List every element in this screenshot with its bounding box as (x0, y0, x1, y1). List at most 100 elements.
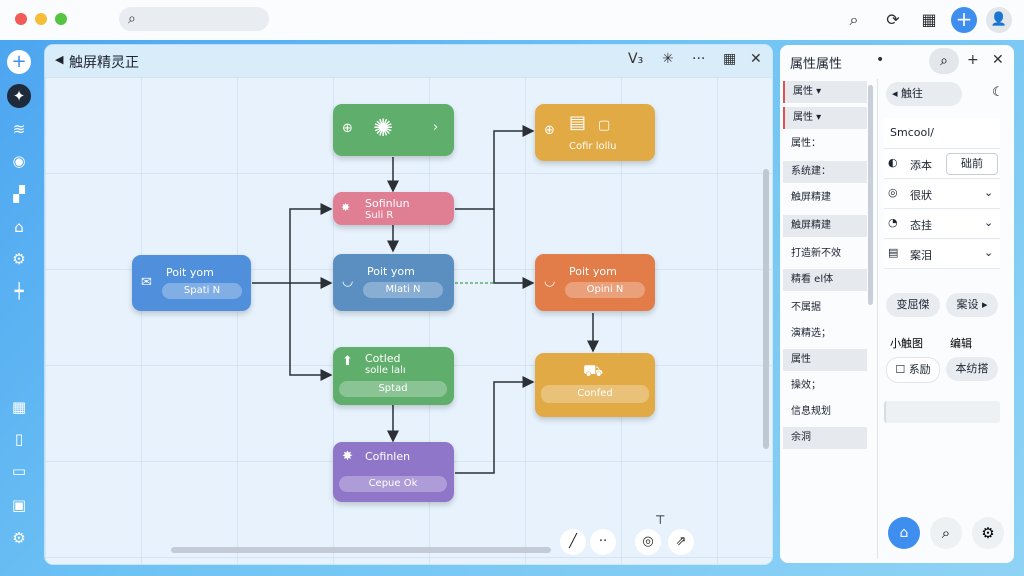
node-subtitle: solle lalı (365, 365, 406, 376)
property-row[interactable]: ◐ 添本 础前 (884, 150, 1000, 179)
chat-icon[interactable]: ▭ (7, 459, 31, 483)
node-pill[interactable]: Opini N (565, 282, 645, 298)
pin-icon[interactable]: ⊤ (655, 513, 665, 527)
message-icon[interactable]: ▣ (7, 493, 31, 517)
layers-icon[interactable]: ≋ (7, 117, 31, 141)
list-item[interactable]: 触屏精建 (783, 215, 867, 237)
start-node[interactable]: ⊕ ✺ › (333, 104, 454, 156)
list-item[interactable]: 余洞 (783, 427, 867, 449)
bug-icon: ✸ (341, 201, 351, 214)
row-value-input[interactable]: 础前 (946, 153, 998, 175)
plus-icon[interactable]: + (967, 52, 979, 68)
add-button[interactable]: + (951, 7, 977, 33)
property-row[interactable]: ◔ 态挂 ⌄ (884, 210, 1000, 239)
checkbox-row[interactable]: ☐ 系励 (886, 357, 940, 383)
chat-bubble-icon: ◡ (544, 274, 556, 289)
search-icon[interactable]: ⌕ (929, 48, 959, 74)
gear-icon: ✺ (373, 114, 394, 142)
list-item[interactable]: 打造新不效 (783, 243, 867, 265)
checkbox-icon[interactable]: ☐ (895, 363, 905, 376)
node-pill[interactable]: Spati N (162, 283, 242, 299)
vertical-scrollbar[interactable] (763, 169, 769, 449)
building-icon[interactable]: ▞ (7, 182, 31, 206)
row-label: 案泪 (910, 249, 932, 262)
export-icon[interactable]: ⇗ (668, 529, 694, 555)
close-window-button[interactable] (15, 13, 27, 25)
list-item[interactable]: 属性 (783, 349, 867, 371)
list-item[interactable]: 不属据 (783, 297, 867, 319)
text-field[interactable] (884, 401, 1000, 423)
chip-button[interactable]: 本纺搭 (946, 357, 998, 381)
user-avatar[interactable]: 👤 (986, 7, 1012, 33)
horizontal-scrollbar[interactable] (171, 547, 551, 553)
list-item[interactable]: 属性 ▾ (783, 107, 867, 129)
chevron-down-icon[interactable]: ⌄ (984, 246, 993, 259)
back-button[interactable]: ◂ 触往 (886, 82, 962, 106)
gear-icon[interactable]: ⚙ (972, 517, 1004, 549)
list-item[interactable]: 演精选； (783, 323, 867, 345)
check-icon[interactable]: ◉ (7, 149, 31, 173)
more-icon[interactable]: ·· (590, 529, 616, 555)
list-item[interactable]: 系统建： (783, 161, 867, 183)
grid-icon[interactable]: ▦ (7, 395, 31, 419)
document-icon[interactable]: ▯ (7, 427, 31, 451)
left-rail: + ✦ ≋ ◉ ▞ ⌂ ⚙ ┿ ▦ ▯ ▭ ▣ ⚙ (3, 45, 36, 567)
gear-icon[interactable]: ⚙ (7, 526, 31, 550)
cofinlen-node[interactable]: ✸ Cofinlen Cepue Ok (333, 442, 454, 502)
confed-node[interactable]: ⛟ Confed (535, 353, 655, 417)
home-icon[interactable]: ⌂ (888, 517, 920, 549)
tab-small-view[interactable]: 小触图 (890, 335, 923, 351)
chevron-down-icon[interactable]: ⌄ (984, 186, 993, 199)
chip-button[interactable]: 变屈傑 (886, 293, 940, 317)
list-item[interactable]: 触屏精建 (783, 187, 867, 209)
canvas-toolbar: ╱ ·· ◎ ⇗ ⊤ (560, 513, 736, 557)
property-row[interactable]: ◎ 很狀 ⌄ (884, 180, 1000, 209)
search-icon[interactable]: ⌕ (842, 8, 866, 32)
list-item[interactable]: 精看 el体 (783, 269, 867, 291)
moon-icon[interactable]: ☾ (992, 85, 1004, 100)
node-title: Poit yom (166, 266, 214, 279)
properties-panel: 属性属性 • ⌕ + ✕ 属性 ▾ 属性 ▾ 属性： 系统建： 触屏精建 触屏精… (780, 45, 1014, 563)
settings-icon[interactable]: ⚙ (7, 247, 31, 271)
split-icon[interactable]: ┿ (7, 279, 31, 303)
home-icon[interactable]: ⌂ (7, 215, 31, 239)
poit-yom-left-node[interactable]: ✉ Poit yom Spati N (132, 255, 251, 311)
node-title: Cofir lollu (569, 141, 617, 152)
row-label: 添本 (910, 159, 932, 172)
node-title: Cofinlen (365, 450, 411, 463)
checkbox-label: 系励 (908, 363, 931, 376)
search-icon: ◎ (888, 186, 898, 199)
maximize-window-button[interactable] (55, 13, 67, 25)
add-icon[interactable]: + (7, 50, 31, 74)
list-scrollbar[interactable] (868, 85, 873, 305)
list-item[interactable]: 信息规划 (783, 401, 867, 423)
search-bar[interactable]: ⌕ (119, 7, 269, 31)
node-pill[interactable]: Sptad (339, 381, 447, 397)
search-icon[interactable]: ⌕ (930, 517, 962, 549)
list-item[interactable]: 操效； (783, 375, 867, 397)
chip-button[interactable]: 案设 ▸ (946, 293, 998, 317)
divider (877, 79, 878, 559)
sync-icon[interactable]: ⟳ (881, 8, 905, 32)
grid-icon[interactable]: ▦ (917, 8, 941, 32)
poit-yom-right-node[interactable]: ◡ Poit yom Opini N (535, 254, 655, 311)
sofinlun-node[interactable]: ✸ Sofinlun Suli R (333, 192, 454, 225)
list-item[interactable]: 属性： (783, 133, 867, 155)
node-pill[interactable]: Confed (541, 385, 649, 403)
cofir-lollu-node[interactable]: ⊕ ▤ ▢ Cofir lollu (535, 104, 655, 161)
chevron-right-icon: › (433, 120, 439, 135)
cotled-node[interactable]: ⬆ Cotled solle lalı Sptad (333, 347, 454, 405)
node-pill[interactable]: Cepue Ok (339, 476, 447, 492)
node-pill[interactable]: Mlati N (363, 282, 443, 298)
close-icon[interactable]: ✕ (992, 52, 1004, 68)
list-item[interactable]: 属性 ▾ (783, 81, 867, 103)
search-field[interactable]: Smcool/ (884, 118, 1000, 149)
poit-yom-mid-node[interactable]: ◡ Poit yom Mlati N (333, 254, 454, 311)
compass-icon[interactable]: ◎ (635, 529, 661, 555)
property-row[interactable]: ▤ 案泪 ⌄ (884, 240, 1000, 269)
pen-icon[interactable]: ╱ (560, 529, 586, 555)
minimize-window-button[interactable] (35, 13, 47, 25)
tab-edit[interactable]: 编辑 (950, 335, 972, 351)
chevron-down-icon[interactable]: ⌄ (984, 216, 993, 229)
workflow-icon[interactable]: ✦ (7, 84, 31, 108)
